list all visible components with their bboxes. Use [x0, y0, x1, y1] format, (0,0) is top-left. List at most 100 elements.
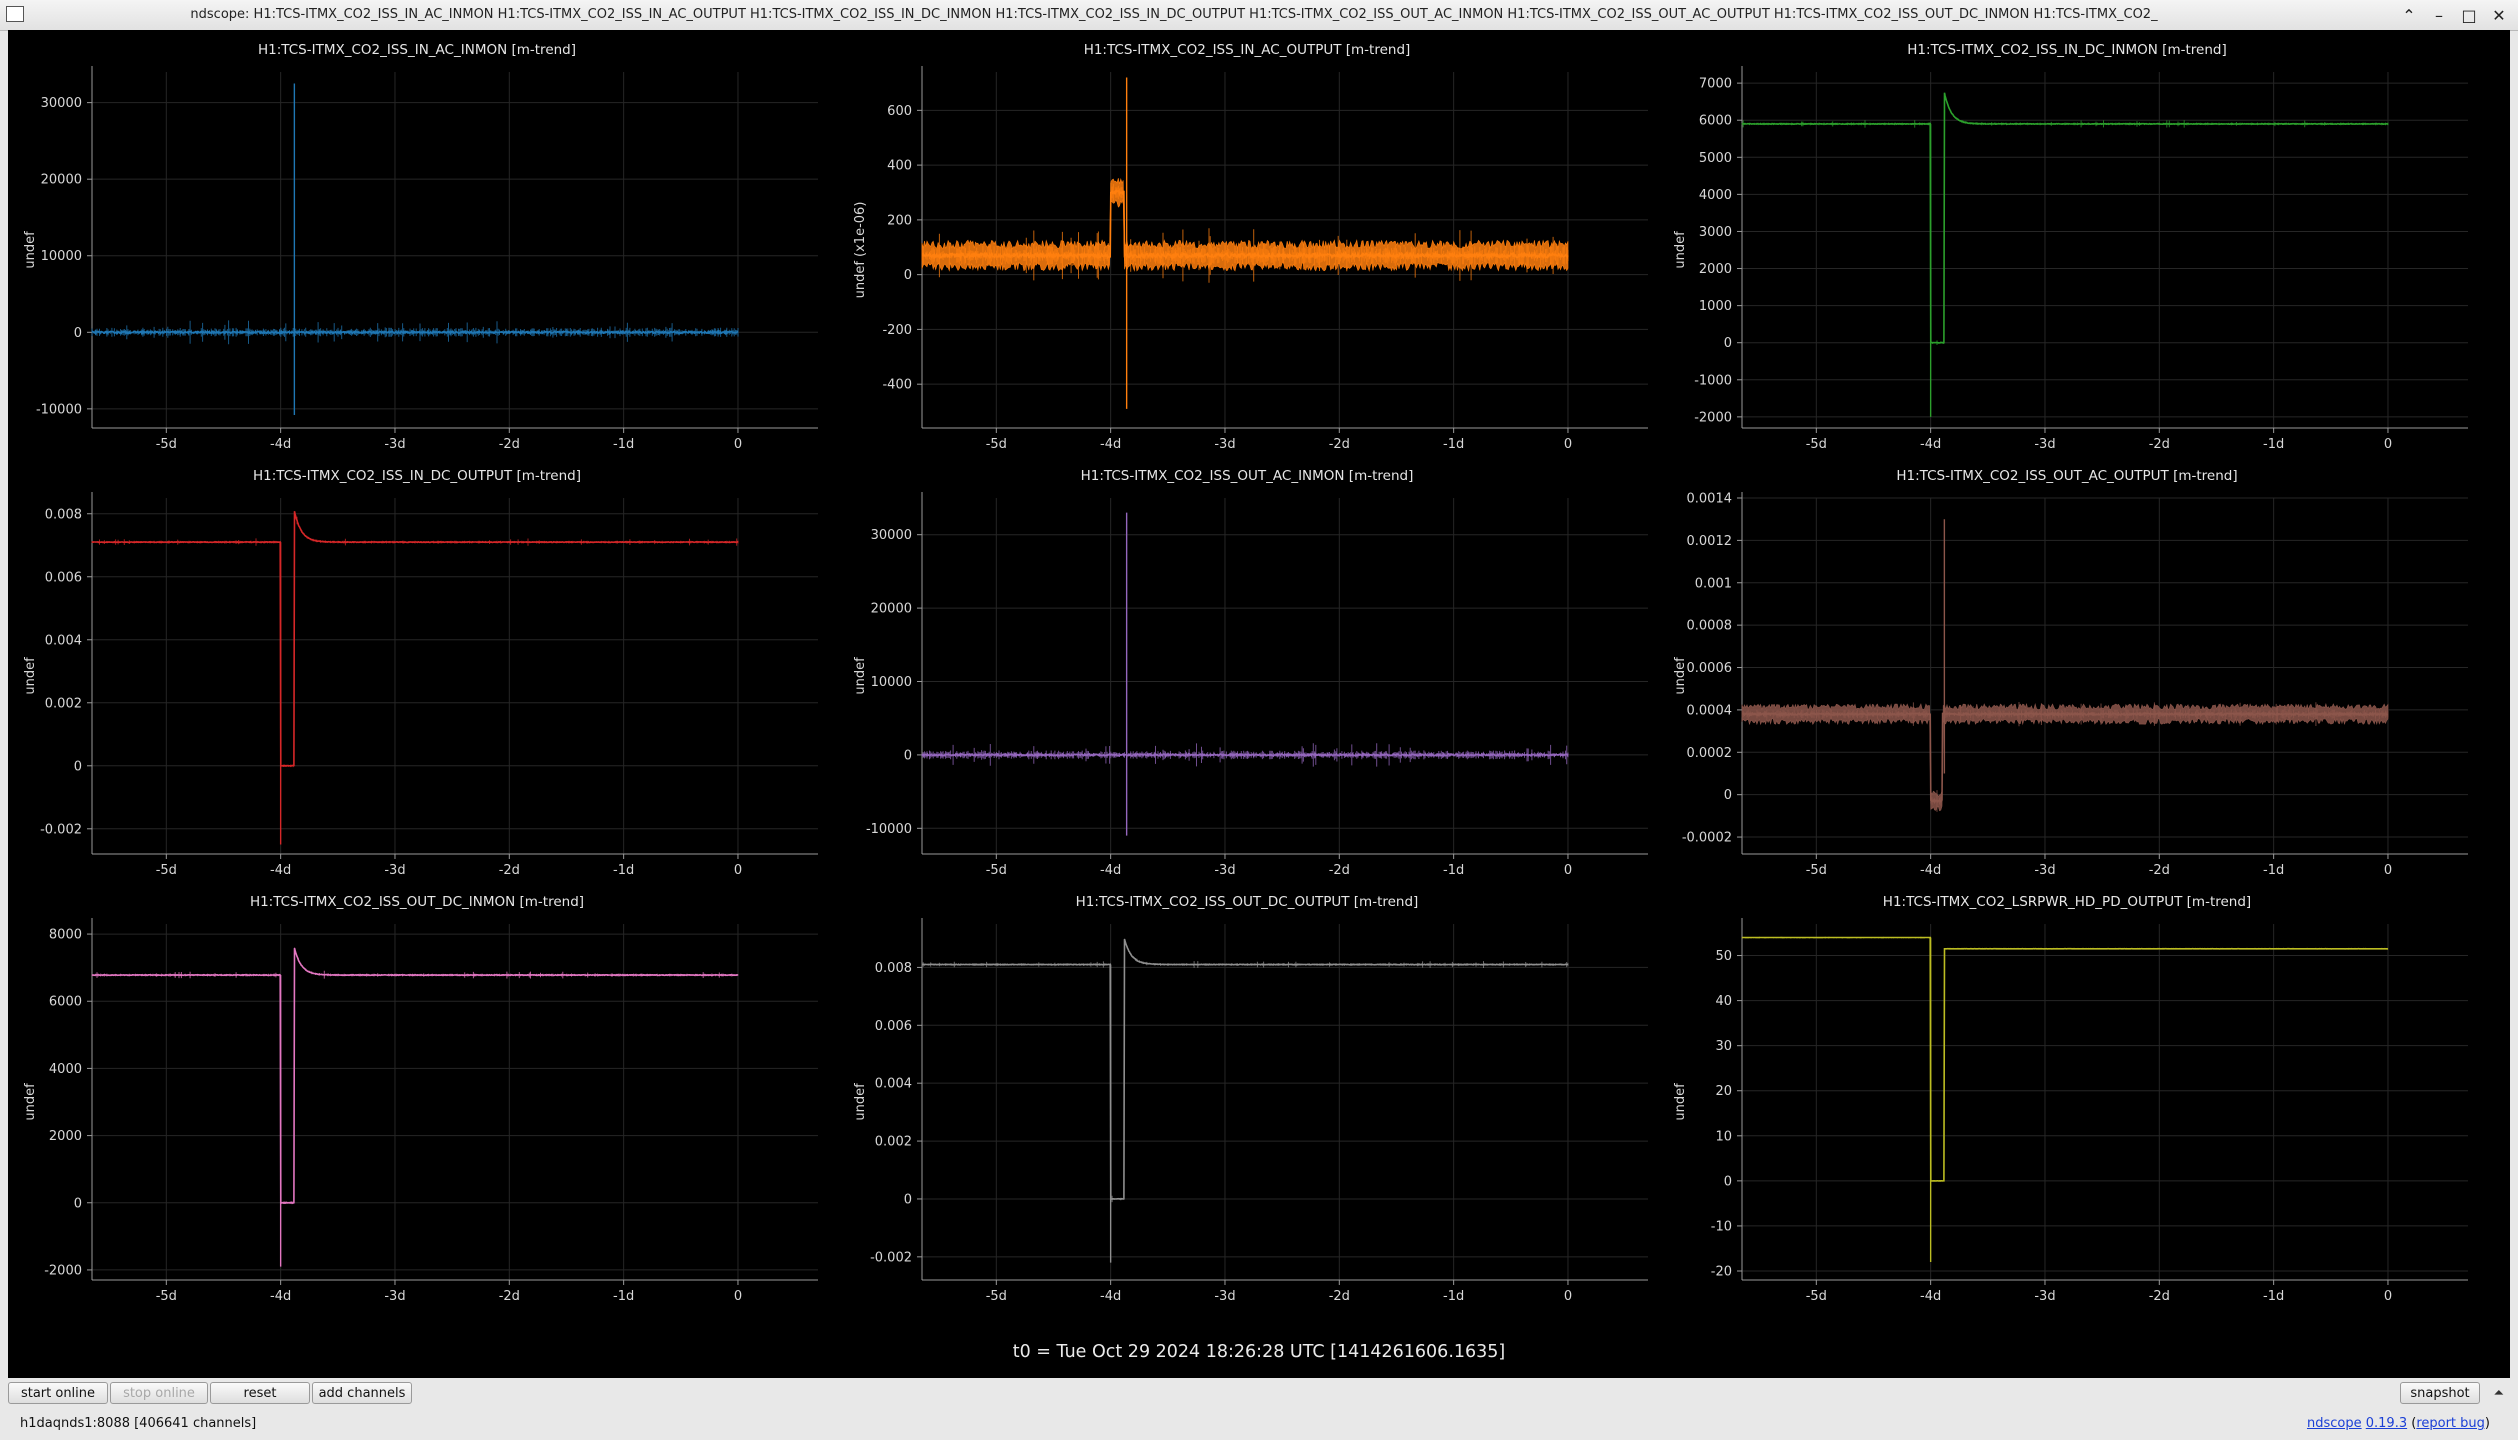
y-axis-label: undef — [23, 1083, 38, 1121]
stop-online-button[interactable]: stop online — [110, 1382, 208, 1404]
x-tick-label: -2d — [1329, 1289, 1350, 1304]
y-tick-label: 8000 — [49, 928, 82, 943]
y-tick-label: -1000 — [1694, 373, 1732, 388]
x-tick-label: 0 — [2384, 437, 2392, 452]
x-tick-label: -3d — [1214, 1289, 1235, 1304]
chevron-up-icon[interactable]: ⏶ — [2494, 1386, 2504, 1401]
plot-svg[interactable]: -5d -4d -3d -2d -1d 0 -0.002 0 0.002 0.004 0.006 0.… — [838, 894, 1656, 1320]
series-line — [1741, 936, 2389, 1182]
x-tick-label: -4d — [1920, 863, 1941, 878]
minimize-icon[interactable]: – — [2428, 6, 2450, 25]
window-title: ndscope: H1:TCS-ITMX_CO2_ISS_IN_AC_INMON… — [190, 7, 2158, 22]
y-tick-label: 0.006 — [875, 1019, 912, 1034]
version-info: ndscope 0.19.3 (report bug) — [2306, 1416, 2490, 1431]
plot-panel[interactable]: H1:TCS-ITMX_CO2_LSRPWR_HD_PD_OUTPUT [m-t… — [1658, 894, 2476, 1320]
x-tick-label: -3d — [1214, 863, 1235, 878]
x-tick-label: -3d — [2034, 863, 2055, 878]
y-tick-label: 2000 — [49, 1129, 82, 1144]
app-icon[interactable] — [6, 6, 24, 22]
plot-area[interactable]: H1:TCS-ITMX_CO2_ISS_IN_AC_INMON [m-trend… — [8, 30, 2510, 1378]
y-tick-label: 0 — [904, 748, 912, 763]
plot-panel[interactable]: H1:TCS-ITMX_CO2_ISS_OUT_DC_OUTPUT [m-tre… — [838, 894, 1656, 1320]
y-tick-label: 30 — [1715, 1039, 1732, 1054]
plot-panel[interactable]: H1:TCS-ITMX_CO2_ISS_IN_AC_OUTPUT [m-tren… — [838, 42, 1656, 468]
y-tick-label: -2000 — [1694, 410, 1732, 425]
y-tick-label: 0.008 — [45, 507, 82, 522]
x-tick-label: -3d — [2034, 1289, 2055, 1304]
shade-icon[interactable]: ⌃ — [2398, 6, 2420, 25]
x-tick-label: -2d — [499, 437, 520, 452]
x-tick-label: -4d — [1920, 1289, 1941, 1304]
y-tick-label: -200 — [882, 323, 912, 338]
reset-button[interactable]: reset — [210, 1382, 310, 1404]
y-tick-label: 0.002 — [875, 1135, 912, 1150]
bottom-toolbar: start online stop online reset add chann… — [0, 1378, 2518, 1440]
series-line — [91, 329, 739, 336]
y-axis-label: undef — [23, 231, 38, 269]
y-tick-label: -2000 — [44, 1263, 82, 1278]
x-tick-label: -2d — [2149, 1289, 2170, 1304]
x-tick-label: -4d — [270, 1289, 291, 1304]
x-tick-label: -3d — [384, 437, 405, 452]
y-tick-label: 0.0008 — [1687, 619, 1733, 634]
report-bug-link[interactable]: report bug — [2416, 1416, 2485, 1431]
plot-svg[interactable]: -5d -4d -3d -2d -1d 0 -2000 -1000 0 1000 2000 3000 4… — [1658, 42, 2476, 468]
snapshot-button[interactable]: snapshot — [2400, 1382, 2480, 1404]
x-tick-label: -2d — [499, 1289, 520, 1304]
ndscope-link[interactable]: ndscope — [2307, 1416, 2362, 1431]
x-tick-label: -3d — [2034, 437, 2055, 452]
y-tick-label: 5000 — [1699, 151, 1732, 166]
t0-label: t0 = Tue Oct 29 2024 18:26:28 UTC [14142… — [1012, 1342, 1506, 1362]
title-bar: ndscope: H1:TCS-ITMX_CO2_ISS_IN_AC_INMON… — [0, 0, 2518, 31]
y-tick-label: 0.0012 — [1687, 534, 1733, 549]
y-tick-label: 0.006 — [45, 570, 82, 585]
plot-svg[interactable]: -5d -4d -3d -2d -1d 0 -0.002 0 0.002 0.004 0.006 0.… — [8, 468, 826, 894]
plot-svg[interactable]: -5d -4d -3d -2d -1d 0 -400 -200 0 200 400 600 undef … — [838, 42, 1656, 468]
y-tick-label: 30000 — [41, 96, 82, 111]
y-tick-label: 0.008 — [875, 961, 912, 976]
y-tick-label: -20 — [1711, 1264, 1732, 1279]
plot-svg[interactable]: -5d -4d -3d -2d -1d 0 -20 -10 0 10 20 30 40 50 undef — [1658, 894, 2476, 1320]
add-channels-button[interactable]: add channels — [312, 1382, 412, 1404]
y-tick-label: 0 — [1724, 336, 1732, 351]
version-link[interactable]: 0.19.3 — [2366, 1416, 2407, 1431]
y-tick-label: 0.0002 — [1687, 746, 1733, 761]
y-axis-label: undef — [853, 1083, 868, 1121]
y-tick-label: 3000 — [1699, 225, 1732, 240]
x-tick-label: -1d — [1443, 863, 1464, 878]
y-axis-label: undef (x1e-06) — [853, 202, 868, 299]
plot-panel[interactable]: H1:TCS-ITMX_CO2_ISS_IN_DC_INMON [m-trend… — [1658, 42, 2476, 468]
maximize-icon[interactable]: □ — [2458, 6, 2480, 25]
x-tick-label: -3d — [384, 1289, 405, 1304]
y-tick-label: 0.004 — [45, 633, 82, 648]
x-tick-label: -1d — [613, 863, 634, 878]
series-line — [91, 947, 739, 1204]
x-tick-label: -5d — [1806, 1289, 1827, 1304]
y-axis-label: undef — [1673, 231, 1688, 269]
plot-panel[interactable]: H1:TCS-ITMX_CO2_ISS_OUT_AC_INMON [m-tren… — [838, 468, 1656, 894]
plot-panel[interactable]: H1:TCS-ITMX_CO2_ISS_IN_DC_OUTPUT [m-tren… — [8, 468, 826, 894]
y-tick-label: 6000 — [1699, 114, 1732, 129]
x-tick-label: -2d — [1329, 863, 1350, 878]
y-tick-label: 0 — [1724, 788, 1732, 803]
plot-svg[interactable]: -5d -4d -3d -2d -1d 0 -2000 0 2000 4000 6000 8000 un… — [8, 894, 826, 1320]
x-tick-label: -1d — [613, 437, 634, 452]
plot-panel[interactable]: H1:TCS-ITMX_CO2_ISS_IN_AC_INMON [m-trend… — [8, 42, 826, 468]
plot-svg[interactable]: -5d -4d -3d -2d -1d 0 -0.0002 0 0.0002 0.0004 0.00… — [1658, 468, 2476, 894]
x-tick-label: -5d — [156, 437, 177, 452]
series-line — [921, 751, 1569, 759]
x-tick-label: -5d — [986, 437, 1007, 452]
plot-svg[interactable]: -5d -4d -3d -2d -1d 0 -10000 0 10000 20000 30000 un… — [8, 42, 826, 468]
close-icon[interactable]: ✕ — [2488, 6, 2510, 25]
plot-panel[interactable]: H1:TCS-ITMX_CO2_ISS_OUT_DC_INMON [m-tren… — [8, 894, 826, 1320]
plot-svg[interactable]: -5d -4d -3d -2d -1d 0 -10000 0 10000 20000 30000 un… — [838, 468, 1656, 894]
x-tick-label: 0 — [734, 437, 742, 452]
x-tick-label: -5d — [1806, 437, 1827, 452]
plot-panel[interactable]: H1:TCS-ITMX_CO2_ISS_OUT_AC_OUTPUT [m-tre… — [1658, 468, 2476, 894]
x-tick-label: -5d — [986, 863, 1007, 878]
y-tick-label: -10 — [1711, 1219, 1732, 1234]
y-tick-label: 20000 — [871, 602, 912, 617]
y-axis-label: undef — [1673, 1083, 1688, 1121]
y-tick-label: 2000 — [1699, 262, 1732, 277]
start-online-button[interactable]: start online — [8, 1382, 108, 1404]
